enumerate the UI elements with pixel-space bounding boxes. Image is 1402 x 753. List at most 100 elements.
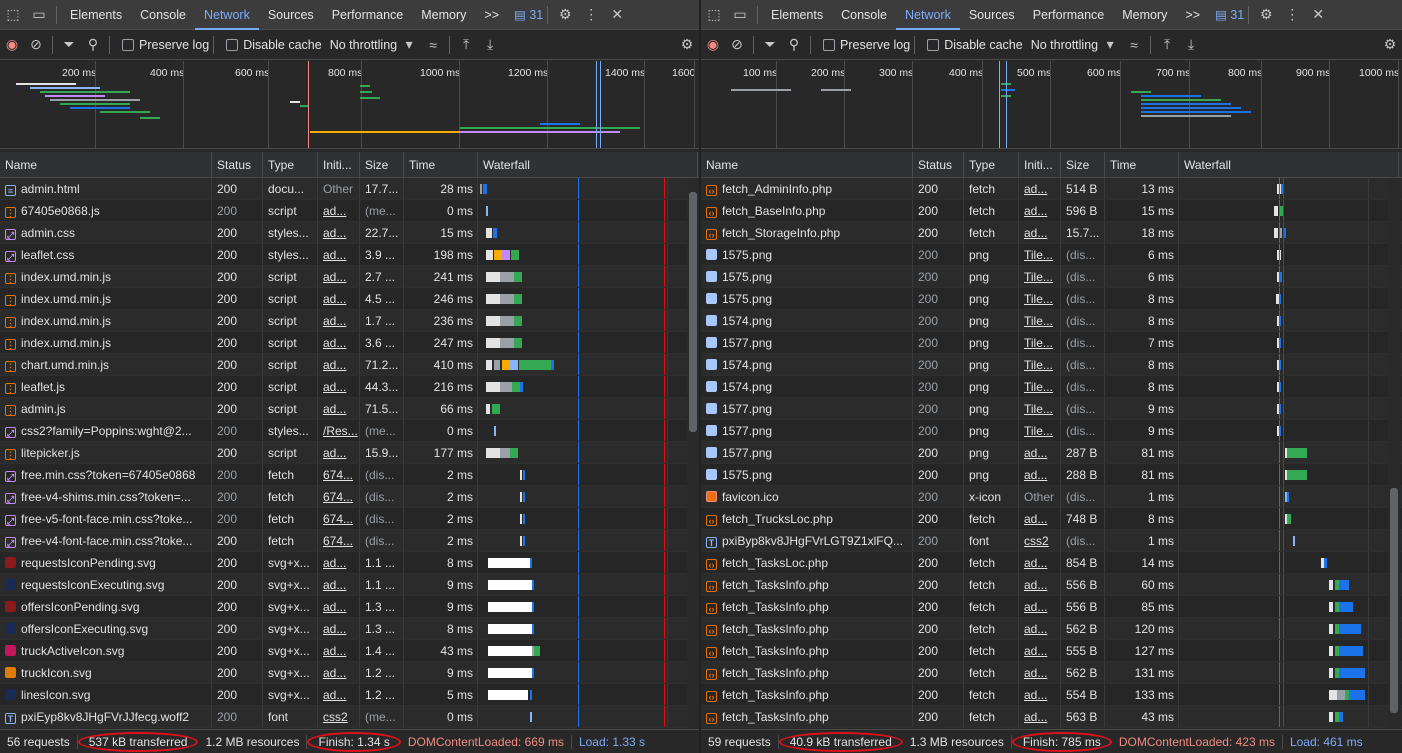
initiator-link[interactable]: ad... — [1019, 552, 1061, 573]
preserve-log-checkbox[interactable] — [122, 38, 134, 51]
initiator-link[interactable]: Tile... — [1019, 420, 1061, 441]
request-row[interactable]: ⤢ admin.css 200 styles... ad... 22.7... 15 ms — [0, 222, 699, 244]
initiator-link[interactable]: ad... — [1019, 684, 1061, 705]
record-icon[interactable]: ◉ — [701, 36, 725, 53]
initiator-link[interactable]: ad... — [318, 640, 360, 661]
column-header-time[interactable]: Time — [404, 152, 478, 177]
request-row[interactable]: 1575.png 200 png ad... 288 B 81 ms — [701, 464, 1402, 486]
initiator-link[interactable]: ad... — [1019, 178, 1061, 199]
network-settings-gear-icon[interactable]: ⚙ — [675, 36, 699, 53]
request-row[interactable]: 1577.png 200 png Tile... (dis... 7 ms — [701, 332, 1402, 354]
tab-sources[interactable]: Sources — [960, 0, 1024, 30]
request-row[interactable]: TpxiEyp8kv8JHgFVrJJfecg.woff2 200 font css2… — [0, 706, 699, 728]
more-tabs-button[interactable]: >> — [1176, 0, 1209, 30]
tab-performance[interactable]: Performance — [323, 0, 413, 30]
request-row[interactable]: ‹› fetch_TasksLoc.php 200 fetch ad... 854 B 14… — [701, 552, 1402, 574]
tab-sources[interactable]: Sources — [259, 0, 323, 30]
initiator-link[interactable]: ad... — [318, 552, 360, 573]
tab-performance[interactable]: Performance — [1024, 0, 1114, 30]
settings-gear-icon[interactable]: ⚙ — [552, 6, 578, 23]
column-header-waterfall[interactable]: Waterfall — [478, 152, 698, 177]
search-icon[interactable]: ⚲ — [81, 36, 105, 53]
request-row[interactable]: ‹› fetch_TasksInfo.php 200 fetch ad... 563 B4… — [701, 706, 1402, 728]
network-settings-gear-icon[interactable]: ⚙ — [1378, 36, 1402, 53]
tab-memory[interactable]: Memory — [412, 0, 475, 30]
request-row[interactable]: ‹› fetch_TasksInfo.php 200 fetch ad... 555 B1… — [701, 640, 1402, 662]
filter-icon[interactable]: ⏷ — [57, 36, 81, 53]
tab-elements[interactable]: Elements — [762, 0, 832, 30]
initiator-link[interactable]: 674... — [318, 464, 360, 485]
tab-memory[interactable]: Memory — [1113, 0, 1176, 30]
scrollbar[interactable] — [1388, 178, 1400, 729]
initiator-link[interactable]: 674... — [318, 486, 360, 507]
initiator-link[interactable]: ad... — [318, 684, 360, 705]
column-header-type[interactable]: Type — [964, 152, 1019, 177]
initiator-link[interactable]: /Res... — [318, 420, 360, 441]
settings-gear-icon[interactable]: ⚙ — [1253, 6, 1279, 23]
inspect-element-icon[interactable]: ⬚ — [0, 6, 26, 23]
request-row[interactable]: ⤢ free-v4-shims.min.css?token=... 200 fetch… — [0, 486, 699, 508]
preserve-log-checkbox[interactable] — [823, 38, 835, 51]
request-row[interactable]: ⋮ litepicker.js 200 script ad... 15.9... 177 m… — [0, 442, 699, 464]
request-row[interactable]: ⋮ leaflet.js 200 script ad... 44.3... 216 ms — [0, 376, 699, 398]
initiator-link[interactable]: ad... — [318, 222, 360, 243]
request-row[interactable]: ‹› fetch_TrucksLoc.php 200 fetch ad... 748 B8… — [701, 508, 1402, 530]
initiator-link[interactable]: ad... — [318, 596, 360, 617]
network-overview-timeline[interactable]: 100 ms 200 ms 300 ms 400 ms 500 ms 600 ms 700 … — [701, 61, 1402, 149]
column-header-time[interactable]: Time — [1105, 152, 1179, 177]
initiator-link[interactable]: ad... — [1019, 640, 1061, 661]
request-row[interactable]: ‹› fetch_TasksInfo.php 200 fetch ad... 556 B6… — [701, 574, 1402, 596]
request-row[interactable]: 1575.png 200 png Tile... (dis... 6 ms — [701, 244, 1402, 266]
issues-badge[interactable]: ▤ 31 — [514, 7, 543, 22]
initiator-link[interactable]: Tile... — [1019, 332, 1061, 353]
initiator-link[interactable]: ad... — [318, 200, 360, 221]
request-row[interactable]: truckIcon.svg 200 svg+x... ad... 1.2 ... 9 ms — [0, 662, 699, 684]
import-har-icon[interactable]: ⤒ — [1155, 36, 1179, 53]
request-row[interactable]: 1575.png 200 png Tile... (dis... 8 ms — [701, 288, 1402, 310]
initiator-link[interactable]: ad... — [318, 398, 360, 419]
chevron-down-icon[interactable]: ▾ — [1098, 36, 1122, 53]
inspect-element-icon[interactable]: ⬚ — [701, 6, 727, 23]
scrollbar-thumb[interactable] — [689, 192, 697, 432]
request-row[interactable]: ⋮ 67405e0868.js 200 script ad... (me... 0 ms — [0, 200, 699, 222]
initiator-link[interactable]: Tile... — [1019, 354, 1061, 375]
scrollbar-thumb[interactable] — [1390, 488, 1398, 713]
tab-elements[interactable]: Elements — [61, 0, 131, 30]
request-row[interactable]: ‹› fetch_AdminInfo.php 200 fetch ad... 514 B1… — [701, 178, 1402, 200]
tab-console[interactable]: Console — [832, 0, 896, 30]
device-toolbar-icon[interactable]: ▭ — [26, 6, 52, 23]
initiator-link[interactable]: Tile... — [1019, 288, 1061, 309]
request-row[interactable]: ⤢ free-v4-font-face.min.css?toke... 200 fet… — [0, 530, 699, 552]
initiator-link[interactable]: ad... — [318, 442, 360, 463]
throttling-select[interactable]: No throttling — [1031, 38, 1098, 52]
issues-badge[interactable]: ▤ 31 — [1215, 7, 1244, 22]
request-row[interactable]: offersIconPending.svg 200 svg+x... ad... 1.3… — [0, 596, 699, 618]
initiator-link[interactable]: ad... — [318, 574, 360, 595]
request-row[interactable]: ‹› fetch_TasksInfo.php 200 fetch ad... 562 B1… — [701, 618, 1402, 640]
request-row[interactable]: offersIconExecuting.svg 200 svg+x... ad... 1… — [0, 618, 699, 640]
initiator-link[interactable]: css2 — [318, 706, 360, 727]
initiator-link[interactable]: Tile... — [1019, 398, 1061, 419]
clear-icon[interactable]: ⊘ — [24, 36, 48, 53]
request-row[interactable]: 1575.png 200 png Tile... (dis... 6 ms — [701, 266, 1402, 288]
request-row[interactable]: ⋮ index.umd.min.js 200 script ad... 2.7 ... 24… — [0, 266, 699, 288]
column-header-initi[interactable]: Initi... — [1019, 152, 1061, 177]
request-row[interactable]: ≡ admin.html 200 docu... Other 17.7... 28 ms — [0, 178, 699, 200]
column-header-name[interactable]: Name — [0, 152, 212, 177]
request-row[interactable]: favicon.ico 200 x-icon Other (dis... 1 ms — [701, 486, 1402, 508]
column-header-size[interactable]: Size — [360, 152, 404, 177]
initiator-link[interactable]: Tile... — [1019, 266, 1061, 287]
throttling-select[interactable]: No throttling — [330, 38, 397, 52]
request-row[interactable]: 1574.png 200 png Tile... (dis... 8 ms — [701, 354, 1402, 376]
tab-network[interactable]: Network — [194, 0, 259, 30]
initiator-link[interactable]: Tile... — [1019, 244, 1061, 265]
request-row[interactable]: 1577.png 200 png Tile... (dis... 9 ms — [701, 398, 1402, 420]
clear-icon[interactable]: ⊘ — [725, 36, 749, 53]
initiator-link[interactable]: css2 — [1019, 530, 1061, 551]
request-row[interactable]: ⤢ free.min.css?token=67405e0868 200 fetch 67… — [0, 464, 699, 486]
request-row[interactable]: ⤢ css2?family=Poppins:wght@2... 200 styles.… — [0, 420, 699, 442]
filter-icon[interactable]: ⏷ — [758, 36, 782, 53]
request-row[interactable]: ⤢ leaflet.css 200 styles... ad... 3.9 ... 198 … — [0, 244, 699, 266]
initiator-link[interactable]: ad... — [1019, 464, 1061, 485]
more-options-icon[interactable]: ⋮ — [1279, 6, 1305, 23]
